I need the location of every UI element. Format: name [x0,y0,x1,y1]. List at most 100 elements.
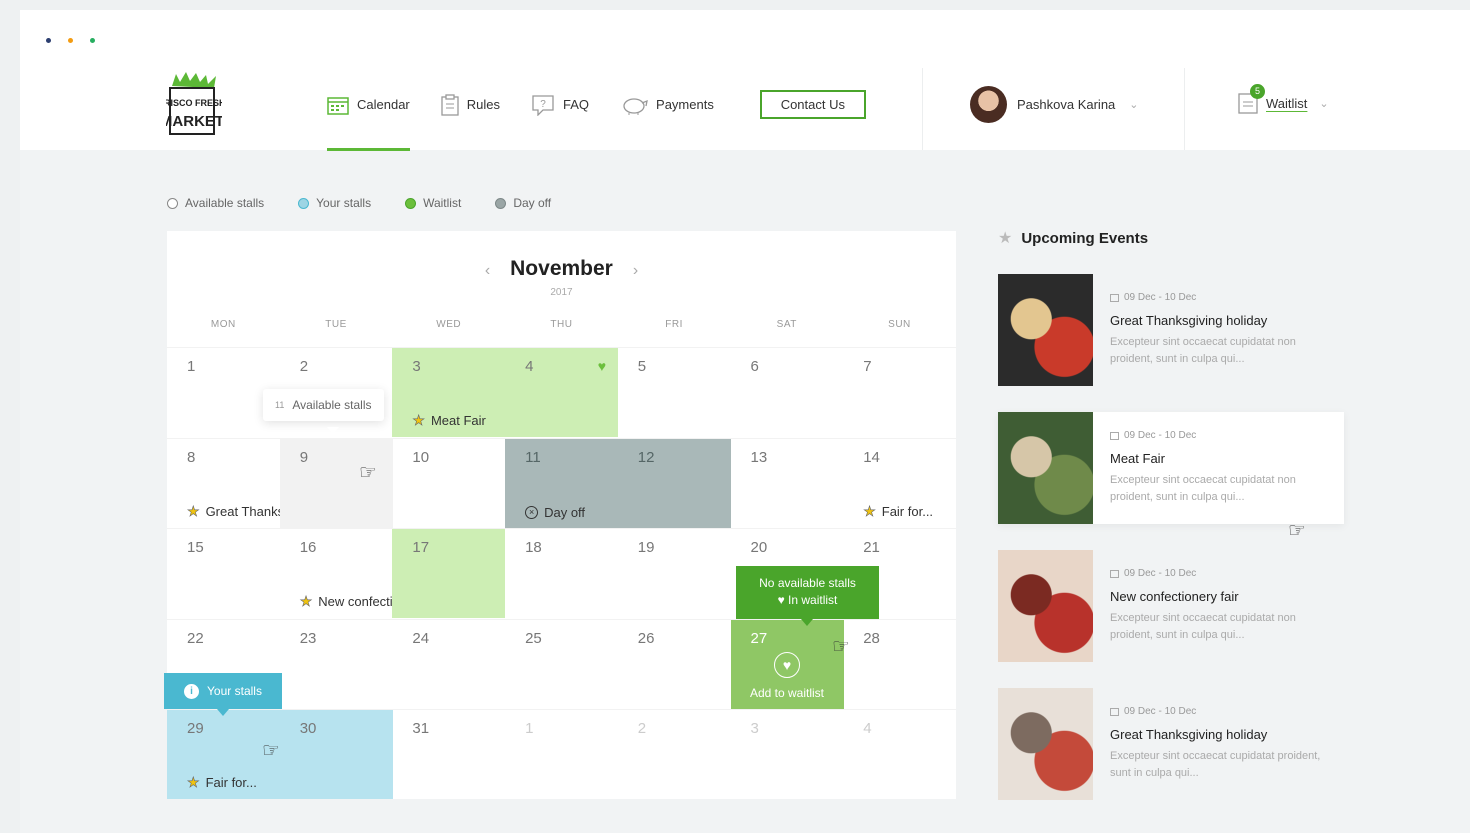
nav-calendar[interactable]: Calendar [327,92,410,151]
calendar-day[interactable]: 17 [392,528,506,618]
weekday: SAT [776,319,797,330]
legend-dot [405,197,417,209]
tooltip-arrow [217,709,229,716]
calendar-day[interactable]: 8★Great Thanksgiving holiday [167,437,363,528]
event-body: 09 Dec - 10 Dec Great Thanksgiving holida… [1110,292,1335,368]
nav-rules[interactable]: Rules [441,92,500,118]
calendar-day: 3 [730,709,844,799]
day-number: 24 [412,629,430,647]
legend-your-stalls: Your stalls [298,196,371,210]
waitlist-count-badge: 5 [1250,84,1265,99]
user-menu[interactable]: Pashkova Karina ⌄ [970,86,1139,123]
event-body: 09 Dec - 10 Dec Great Thanksgiving holida… [1110,706,1335,782]
legend-label: Your stalls [316,196,372,210]
legend-label: Day off [513,196,552,210]
event-title: Meat Fair [1110,451,1165,466]
calendar-day[interactable]: 23 [279,618,393,709]
legend: Available stalls Your stalls Waitlist Da… [167,196,551,210]
frisco-fresh-market-logo[interactable]: FRISCO FRESH MARKET [166,72,222,138]
day-number: 3 [750,720,759,737]
calendar-day[interactable]: 26 [617,618,731,709]
event-title: Great Thanksgiving holiday [1110,313,1268,328]
app-window: FRISCO FRESH MARKET Calendar Rules ? FAQ… [20,10,1470,833]
day-number: 21 [863,539,880,556]
day-off-text: Day off [544,504,586,520]
next-month-button[interactable]: › [633,262,638,279]
tooltip-label: Your stalls [207,684,262,698]
calendar-day[interactable]: 31 [392,709,506,799]
event-card[interactable]: 09 Dec - 10 Dec Meat Fair Excepteur sint o… [998,412,1344,524]
day-off-label: × Day off [525,505,585,520]
calendar-day[interactable]: 14 ★ Fair for... [843,437,957,528]
add-to-waitlist-label: Add to waitlist [749,685,825,700]
event-card[interactable]: 09 Dec - 10 Dec New confectionery fair Exc… [998,550,1344,662]
event-thumbnail [998,550,1093,662]
day-number: 10 [412,448,430,466]
day-number: 18 [525,539,542,556]
calendar-day[interactable]: 7 [843,347,957,437]
calendar-icon [1110,707,1119,716]
calendar-day[interactable]: 19 [617,528,731,618]
calendar-day[interactable]: 25 [505,618,619,709]
calendar-icon [1110,293,1119,302]
calendar-day[interactable]: 6 [730,347,844,437]
header-divider [922,68,923,150]
calendar-day[interactable]: 12 [617,437,731,528]
calendar-day[interactable]: 13 [730,437,844,528]
tooltip-label: Available stalls [292,398,372,412]
day-number: 29 [187,720,204,737]
hand-cursor-icon: ☞ [262,740,280,762]
day-number: 16 [299,539,317,556]
calendar-day[interactable]: 27 ♥ Add to waitlist [730,618,844,709]
legend-dot [167,197,178,209]
day-number: 1 [187,358,196,375]
add-to-waitlist-button[interactable]: ♥ Add to waitlist [731,651,844,700]
legend-day-off: Day off [495,196,551,210]
calendar-day[interactable]: 5 [617,347,731,437]
nav-payments[interactable]: Payments [620,92,714,118]
heart-icon[interactable]: ♥ [598,358,606,374]
nav-faq[interactable]: ? FAQ [531,92,589,118]
day-event[interactable]: ★ Fair for... [187,774,257,791]
waitlist-menu[interactable]: 5 Waitlist ⌄ [1238,84,1329,117]
calendar-day[interactable]: 3 ★ Meat Fair [392,347,506,437]
contact-us-button[interactable]: Contact Us [759,90,866,119]
event-title: Great Thanksgiving holiday [1110,727,1268,742]
window-dot-minimize[interactable] [68,38,73,43]
calendar-day[interactable]: 28 [843,618,957,709]
calendar-day[interactable]: 10 [392,437,506,528]
clipboard-icon [441,93,459,116]
calendar-day[interactable]: 11 × Day off [505,437,619,528]
calendar-day[interactable]: 18 [505,528,619,618]
day-number: 3 [412,358,421,375]
calendar-day[interactable]: 30 [279,709,393,799]
month-header: ‹ November › [167,257,956,281]
weekday: THU [550,319,573,330]
hand-cursor-icon: ☞ [1288,520,1306,542]
event-card[interactable]: 09 Dec - 10 Dec Great Thanksgiving holida… [998,274,1344,386]
window-dot-close[interactable] [46,38,51,43]
day-number: 4 [525,358,534,375]
calendar-icon [1110,431,1119,440]
event-card[interactable]: 09 Dec - 10 Dec Great Thanksgiving holida… [998,688,1344,800]
day-number: 26 [637,629,655,647]
chevron-down-icon: ⌄ [1319,98,1329,110]
prev-month-button[interactable]: ‹ [485,262,490,279]
event-date: 09 Dec - 10 Dec [1110,292,1335,303]
svg-text:FRISCO FRESH: FRISCO FRESH [166,98,222,108]
calendar-day[interactable]: 4 ♥ [505,347,619,437]
event-label: Fair for... [881,503,934,519]
avatar [970,86,1007,123]
event-date-text: 09 Dec - 10 Dec [1124,430,1197,441]
window-dot-maximize[interactable] [90,38,95,43]
weekday: WED [436,319,462,330]
event-label: Fair for... [205,775,257,790]
day-event[interactable]: ★ Fair for... [863,502,934,520]
day-event[interactable]: ★ Meat Fair [412,412,486,429]
calendar-day[interactable]: 16 ★ New confectionery fair [279,528,447,618]
event-date: 09 Dec - 10 Dec [1110,568,1335,579]
event-body: 09 Dec - 10 Dec New confectionery fair Exc… [1110,568,1335,644]
calendar-day[interactable]: 24 [392,618,506,709]
calendar-day[interactable]: 15 [167,528,280,618]
nav-payments-label: Payments [656,97,714,112]
